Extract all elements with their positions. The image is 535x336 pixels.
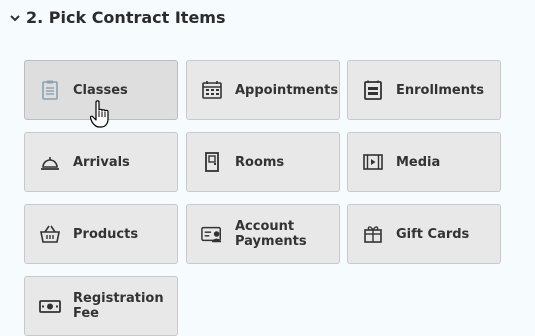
tile-label: Enrollments: [396, 82, 484, 98]
id-card-icon: [201, 223, 223, 245]
tile-label: Appointments: [235, 82, 339, 98]
tile-label: Gift Cards: [396, 226, 470, 242]
arrivals-tile[interactable]: Arrivals: [24, 132, 178, 192]
film-icon: [362, 151, 384, 173]
tile-label-line2: Payments: [235, 234, 307, 249]
tile-label: Registration Fee: [73, 291, 164, 321]
gift-card-icon: [362, 223, 384, 245]
section-header[interactable]: 2. Pick Contract Items: [8, 8, 226, 27]
tile-label: Rooms: [235, 154, 285, 170]
door-icon: [201, 151, 223, 173]
calendar-icon: [201, 79, 223, 101]
service-bell-icon: [39, 151, 61, 173]
clipboard-icon: [39, 79, 61, 101]
account-payments-tile[interactable]: Account Payments: [186, 204, 340, 264]
media-tile[interactable]: Media: [347, 132, 501, 192]
cash-icon: [39, 295, 61, 317]
section-title: 2. Pick Contract Items: [26, 8, 226, 27]
tile-label: Media: [396, 154, 441, 170]
tile-label-line1: Account: [235, 219, 295, 234]
tile-label: Arrivals: [73, 154, 130, 170]
gift-cards-tile[interactable]: Gift Cards: [347, 204, 501, 264]
basket-icon: [39, 223, 61, 245]
appointments-tile[interactable]: Appointments: [186, 60, 340, 120]
tile-label: Classes: [73, 82, 128, 98]
products-tile[interactable]: Products: [24, 204, 178, 264]
tile-label: Account Payments: [235, 219, 307, 249]
hand-cursor-icon: [90, 100, 109, 128]
enrollment-icon: [362, 79, 384, 101]
chevron-down-icon[interactable]: [8, 11, 22, 25]
tile-label: Products: [73, 226, 139, 242]
enrollments-tile[interactable]: Enrollments: [347, 60, 501, 120]
registration-fee-tile[interactable]: Registration Fee: [24, 276, 178, 336]
rooms-tile[interactable]: Rooms: [186, 132, 340, 192]
